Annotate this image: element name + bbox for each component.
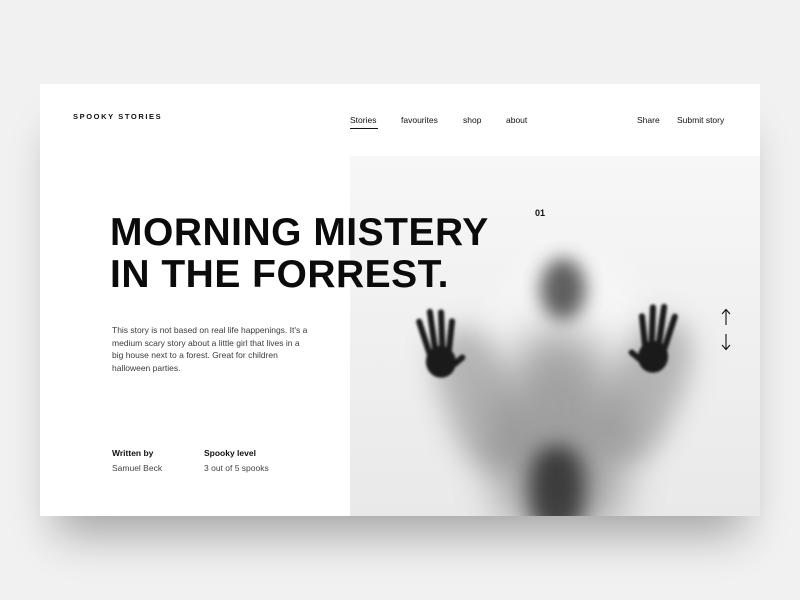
brand-logo[interactable]: SPOOKY STORIES bbox=[73, 112, 162, 121]
hero-image bbox=[350, 156, 760, 516]
spooky-level-label: Spooky level bbox=[204, 448, 256, 458]
nav-stories[interactable]: Stories bbox=[350, 115, 376, 125]
share-link[interactable]: Share bbox=[637, 115, 660, 125]
ghost-figure-head bbox=[540, 258, 586, 320]
story-description: This story is not based on real life hap… bbox=[112, 325, 308, 374]
written-by-label: Written by bbox=[112, 448, 154, 458]
active-nav-indicator bbox=[350, 128, 378, 129]
slide-index: 01 bbox=[535, 208, 546, 218]
arrow-down-icon[interactable] bbox=[720, 333, 732, 351]
nav-about[interactable]: about bbox=[506, 115, 527, 125]
story-title-line-2: IN THE FORREST. bbox=[110, 253, 450, 296]
spooky-level-value: 3 out of 5 spooks bbox=[204, 463, 269, 473]
left-hand-shape bbox=[396, 291, 480, 390]
story-title-line-1: MORNING MISTERY bbox=[110, 211, 489, 254]
submit-story-link[interactable]: Submit story bbox=[677, 115, 724, 125]
story-card: SPOOKY STORIES Stories favourites shop a… bbox=[40, 84, 760, 516]
author-name[interactable]: Samuel Beck bbox=[112, 463, 162, 473]
arrow-up-icon[interactable] bbox=[720, 308, 732, 326]
ghost-figure-core bbox=[530, 446, 584, 516]
right-hand-shape bbox=[614, 286, 698, 385]
story-title: MORNING MISTERY IN THE FORREST. bbox=[110, 212, 489, 296]
nav-shop[interactable]: shop bbox=[463, 115, 481, 125]
nav-favourites[interactable]: favourites bbox=[401, 115, 438, 125]
